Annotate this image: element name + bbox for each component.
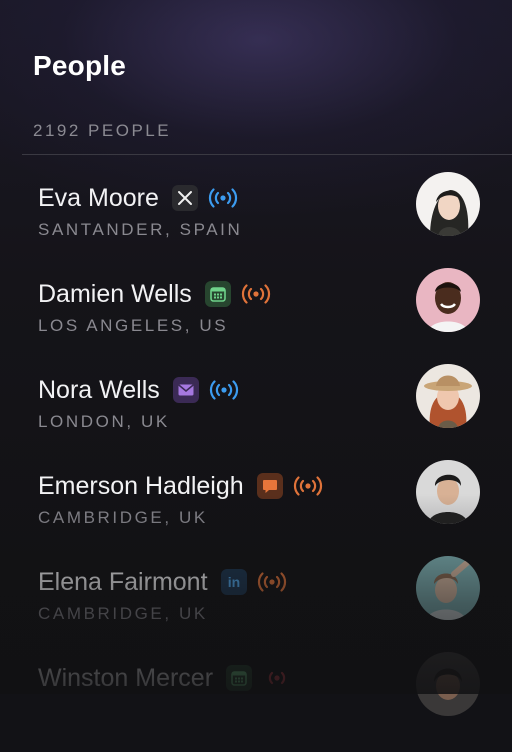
person-location: LOS ANGELES, US [38,316,229,335]
linkedin-icon: in [220,569,247,595]
person-name: Damien Wells [38,279,192,308]
mail-icon [172,377,199,403]
person-location: CAMBRIDGE, UK [38,604,208,623]
person-location: CAMBRIDGE, UK [38,508,208,527]
broadcast-blue-icon [206,187,240,209]
calendar-icon [204,281,231,307]
person-name: Elena Fairmont [38,567,208,596]
people-count: 2192 PEOPLE [33,121,172,140]
person-name: Emerson Hadleigh [38,471,244,500]
broadcast-orange-icon [255,571,289,593]
list-item[interactable]: Emerson Hadleigh CAMBRIDGE, UK [0,460,512,560]
list-item[interactable]: Nora Wells LONDON, UK [0,364,512,464]
page-title: People [33,50,127,81]
x-logo-icon [171,185,198,211]
chat-icon [256,473,283,499]
person-name: Nora Wells [38,375,160,404]
calendar-icon [226,665,253,691]
person-name: Winston Mercer [38,663,214,692]
list-item[interactable]: Damien Wells LOS ANGELES, US [0,268,512,368]
person-location: SANTANDER, SPAIN [38,220,243,239]
svg-text:in: in [227,574,239,590]
avatar [416,556,480,620]
avatar [416,268,480,332]
person-name: Eva Moore [38,183,159,212]
broadcast-red-icon [260,667,294,689]
broadcast-blue-icon [207,379,241,401]
broadcast-orange-icon [239,283,273,305]
avatar [416,364,480,428]
avatar [416,172,480,236]
list-item[interactable]: Elena Fairmont in CAMBRIDGE, UK [0,556,512,656]
broadcast-orange-icon [291,475,325,497]
divider [22,154,512,155]
avatar [416,460,480,524]
person-location: LONDON, UK [38,412,170,431]
avatar [416,652,480,716]
list-item[interactable]: Winston Mercer [0,652,512,752]
list-item[interactable]: Eva Moore SANTANDER, SPAIN [0,172,512,272]
